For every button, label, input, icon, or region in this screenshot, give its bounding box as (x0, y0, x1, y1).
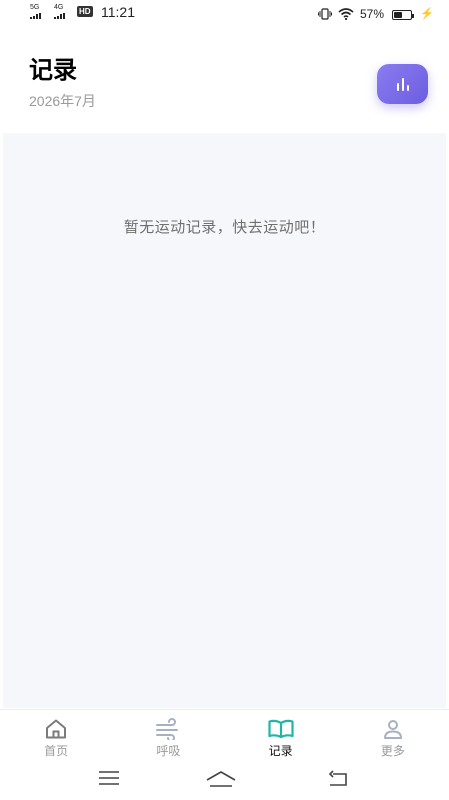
tab-records[interactable]: 记录 (225, 710, 337, 765)
sim1-signal-icon: 5G (30, 4, 41, 19)
system-nav-bar (0, 764, 449, 800)
hd-badge: HD (77, 6, 93, 17)
back-icon[interactable] (327, 770, 349, 788)
tab-more-label: 更多 (380, 744, 405, 758)
battery-percent: 57% (360, 7, 385, 21)
sim2-signal-icon: 4G (54, 4, 65, 19)
home-icon (46, 719, 67, 739)
bar-chart-icon (396, 78, 409, 91)
sim2-label: 4G (54, 4, 64, 11)
vibrate-icon (318, 8, 332, 20)
tab-breathe-label: 呼吸 (156, 744, 181, 758)
wifi-icon (338, 8, 354, 20)
tab-breathe[interactable]: 呼吸 (112, 710, 224, 765)
statistics-button[interactable] (377, 64, 428, 104)
charging-icon: ⚡ (420, 8, 434, 20)
tab-records-label: 记录 (268, 744, 293, 758)
battery-icon (392, 10, 414, 20)
person-icon (383, 720, 402, 739)
menu-icon[interactable] (98, 770, 120, 786)
status-bar: 5G 4G HD 11:21 57% ⚡ (0, 0, 449, 30)
page-title: 记录 (29, 56, 77, 84)
tab-home-label: 首页 (44, 744, 69, 758)
sim1-label: 5G (30, 4, 40, 11)
status-time: 11:21 (101, 4, 135, 20)
wind-icon (156, 718, 179, 740)
tab-home[interactable]: 首页 (0, 710, 112, 765)
empty-state-message: 暂无运动记录，快去运动吧！ (123, 218, 326, 236)
tab-more[interactable]: 更多 (337, 710, 449, 765)
book-icon (268, 719, 294, 739)
home-nav-icon[interactable] (205, 770, 237, 788)
records-panel: 暂无运动记录，快去运动吧！ (3, 133, 446, 708)
month-selector[interactable]: 2026年7月 (29, 91, 96, 111)
bottom-tab-bar: 首页 呼吸 记录 更多 (0, 709, 449, 765)
